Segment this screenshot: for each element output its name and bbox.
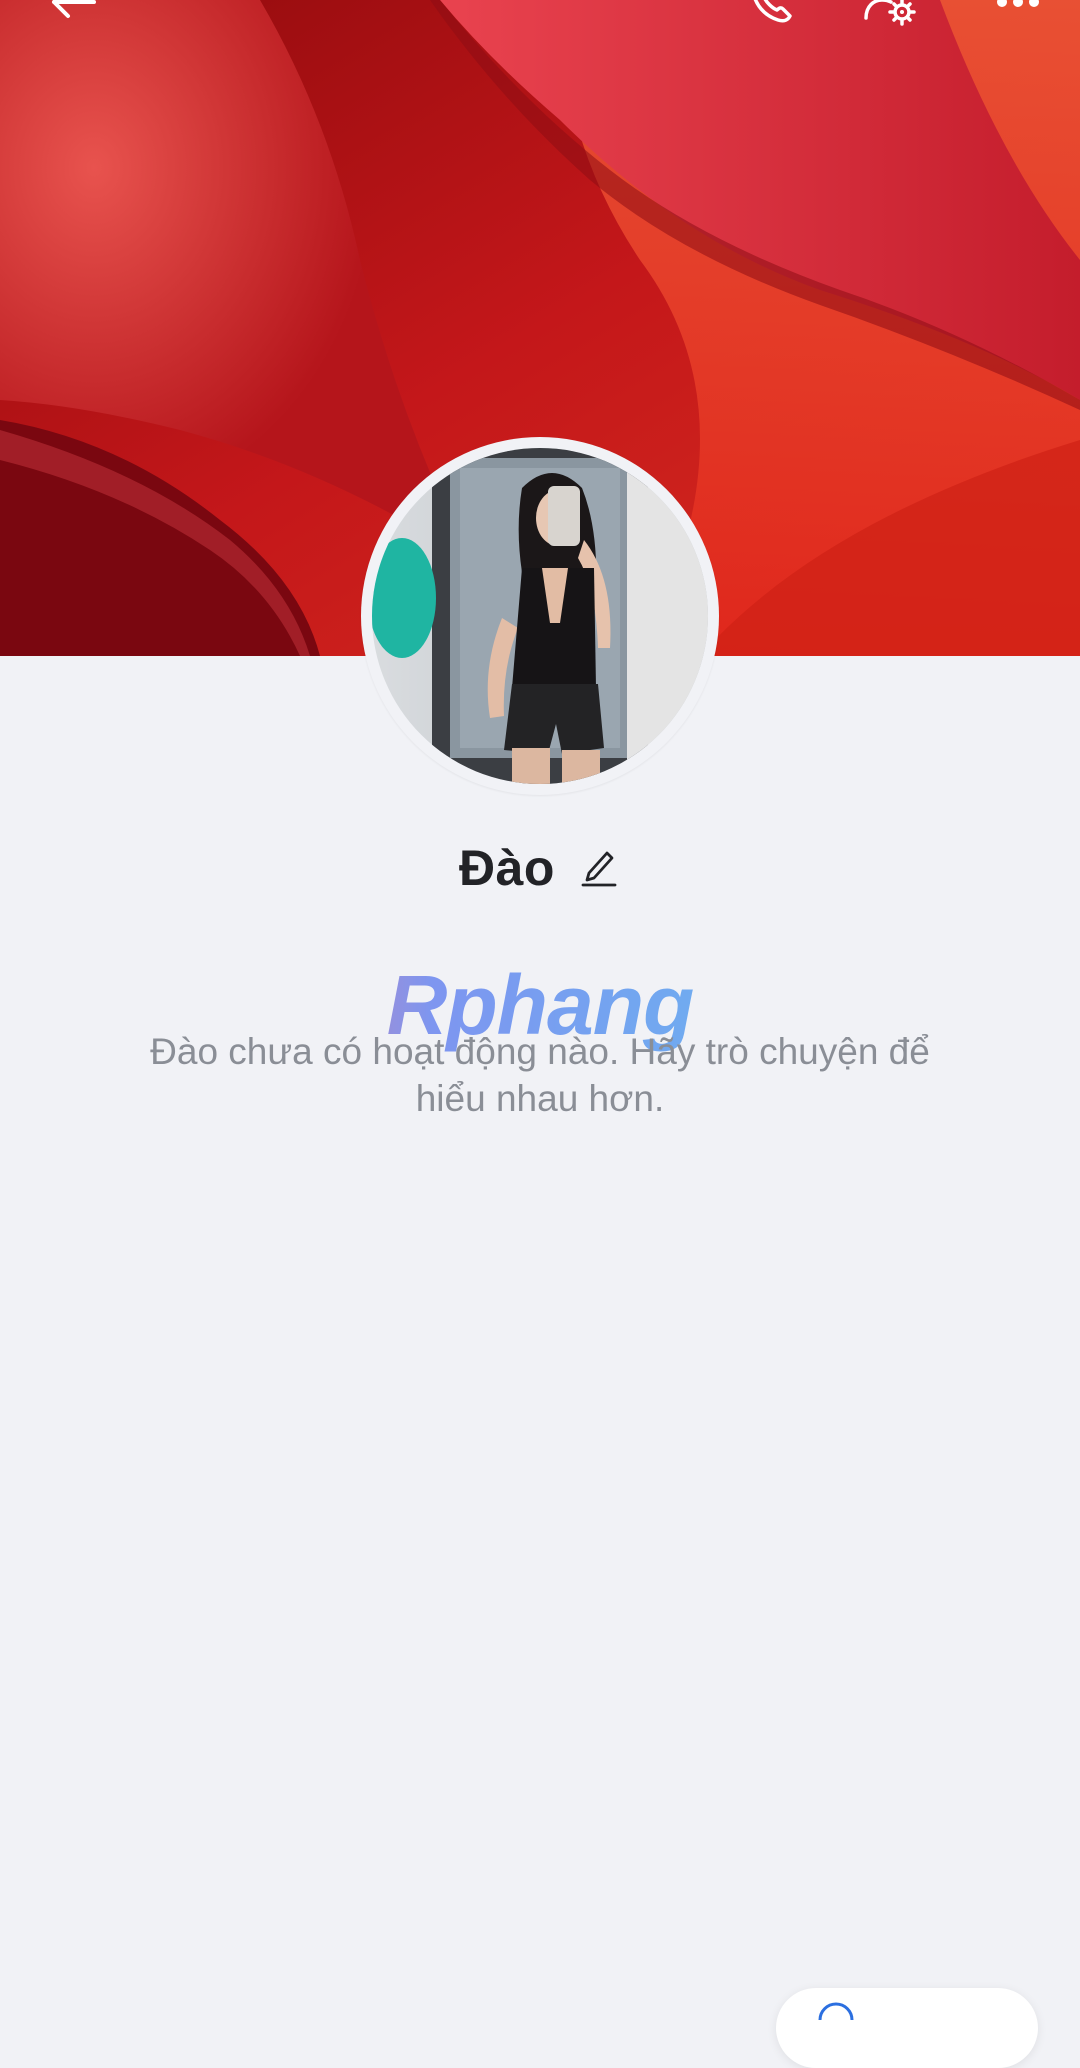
more-options-icon [994,0,1042,12]
empty-activity-message: Đào chưa có hoạt động nào. Hãy trò chuyệ… [150,1031,930,1119]
floating-action-button[interactable] [776,1988,1038,2068]
avatar[interactable] [372,448,708,784]
profile-name-row: Đào [0,838,1080,898]
profile-settings-button[interactable] [858,0,922,26]
back-arrow-icon [46,0,98,22]
back-button[interactable] [40,0,104,26]
pencil-icon [581,847,617,892]
edit-name-button[interactable] [577,847,621,891]
more-options-button[interactable] [986,0,1050,26]
chat-icon [816,2000,856,2040]
profile-name: Đào [459,840,555,896]
phone-icon [746,0,794,26]
call-button[interactable] [738,0,802,26]
user-settings-icon [862,0,918,26]
